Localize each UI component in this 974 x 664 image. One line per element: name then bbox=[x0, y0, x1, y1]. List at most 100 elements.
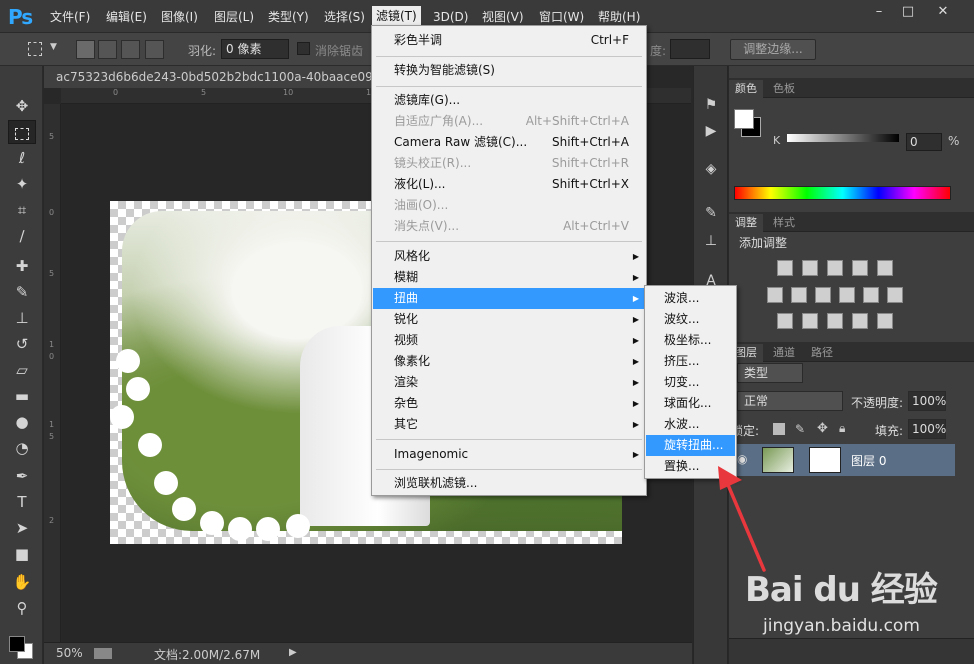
vibrance-icon[interactable] bbox=[877, 260, 893, 276]
submenu-item-twirl[interactable]: 旋转扭曲... bbox=[646, 435, 735, 456]
menu-item-other[interactable]: 其它 ▶ bbox=[373, 414, 645, 435]
menu-view[interactable]: 视图(V) bbox=[478, 8, 528, 26]
menu-item-video[interactable]: 视频 ▶ bbox=[373, 330, 645, 351]
antialias-checkbox[interactable] bbox=[297, 42, 310, 55]
zoom-level[interactable]: 50% bbox=[56, 646, 83, 660]
menu-file[interactable]: 文件(F) bbox=[46, 8, 94, 26]
menu-item-liquify[interactable]: 液化(L)... Shift+Ctrl+X bbox=[373, 174, 645, 195]
refine-edge-button[interactable]: 调整边缘... bbox=[730, 39, 816, 60]
height-input[interactable] bbox=[670, 39, 710, 59]
menu-item-camera-raw[interactable]: Camera Raw 滤镜(C)... Shift+Ctrl+A bbox=[373, 132, 645, 153]
layer-filter-kind-select[interactable]: 类型 bbox=[737, 363, 803, 383]
k-value-input[interactable]: 0 bbox=[906, 133, 942, 151]
tab-paths[interactable]: 路径 bbox=[805, 344, 839, 362]
submenu-item-spherize[interactable]: 球面化... bbox=[646, 393, 735, 414]
opacity-input[interactable]: 100% bbox=[908, 391, 946, 411]
crop-tool-icon[interactable]: ⌗ bbox=[8, 198, 36, 222]
invert-icon[interactable] bbox=[777, 313, 793, 329]
menu-image[interactable]: 图像(I) bbox=[157, 8, 202, 26]
tab-swatches[interactable]: 色板 bbox=[767, 80, 801, 98]
threshold-icon[interactable] bbox=[827, 313, 843, 329]
foreground-color-swatch[interactable] bbox=[9, 636, 25, 652]
subtract-selection-icon[interactable] bbox=[121, 40, 140, 59]
channel-mixer-icon[interactable] bbox=[863, 287, 879, 303]
color-fg-swatch[interactable] bbox=[734, 109, 754, 129]
submenu-item-polar-coordinates[interactable]: 极坐标... bbox=[646, 330, 735, 351]
submenu-item-ripple[interactable]: 波纹... bbox=[646, 309, 735, 330]
menu-item-render[interactable]: 渲染 ▶ bbox=[373, 372, 645, 393]
healing-brush-tool-icon[interactable]: ✚ bbox=[8, 254, 36, 278]
brush-tool-icon[interactable]: ✎ bbox=[8, 280, 36, 304]
menu-item-filter-gallery[interactable]: 滤镜库(G)... bbox=[373, 90, 645, 111]
eyedropper-tool-icon[interactable]: ∕ bbox=[8, 224, 36, 248]
hue-saturation-icon[interactable] bbox=[767, 287, 783, 303]
color-lookup-icon[interactable] bbox=[887, 287, 903, 303]
color-spectrum-bar[interactable] bbox=[734, 186, 951, 200]
eraser-tool-icon[interactable]: ▱ bbox=[8, 358, 36, 382]
tab-adjustments[interactable]: 调整 bbox=[729, 214, 763, 232]
photo-filter-icon[interactable] bbox=[839, 287, 855, 303]
actions-panel-icon[interactable]: ▶ bbox=[700, 120, 722, 142]
brush-panel-icon[interactable]: ✎ bbox=[700, 202, 722, 224]
menu-item-stylize[interactable]: 风格化 ▶ bbox=[373, 246, 645, 267]
blend-mode-select[interactable]: 正常 bbox=[737, 391, 843, 411]
k-slider-track[interactable] bbox=[787, 134, 899, 142]
tab-styles[interactable]: 样式 bbox=[767, 214, 801, 232]
menu-item-noise[interactable]: 杂色 ▶ bbox=[373, 393, 645, 414]
menu-item-browse-online-filters[interactable]: 浏览联机滤镜... bbox=[373, 473, 645, 494]
document-tab[interactable]: ac75323d6b6de243-0bd502b2bdc1100a-40baac… bbox=[44, 66, 374, 88]
exposure-icon[interactable] bbox=[852, 260, 868, 276]
menu-help[interactable]: 帮助(H) bbox=[594, 8, 644, 26]
clone-stamp-tool-icon[interactable]: ⊥ bbox=[8, 306, 36, 330]
magic-wand-tool-icon[interactable]: ✦ bbox=[8, 172, 36, 196]
tab-channels[interactable]: 通道 bbox=[767, 344, 801, 362]
menu-item-blur[interactable]: 模糊 ▶ bbox=[373, 267, 645, 288]
lock-position-icon[interactable]: ✥ bbox=[817, 421, 828, 436]
zoom-tool-icon[interactable]: ⚲ bbox=[8, 596, 36, 620]
menu-item-imagenomic[interactable]: Imagenomic ▶ bbox=[373, 444, 645, 465]
rectangle-tool-icon[interactable]: ■ bbox=[8, 542, 36, 566]
history-panel-icon[interactable]: ⚑ bbox=[700, 94, 722, 116]
lock-transparent-icon[interactable] bbox=[773, 423, 785, 435]
submenu-item-pinch[interactable]: 挤压... bbox=[646, 351, 735, 372]
pen-tool-icon[interactable]: ✒ bbox=[8, 464, 36, 488]
submenu-item-shear[interactable]: 切变... bbox=[646, 372, 735, 393]
maximize-button[interactable]: □ bbox=[897, 3, 919, 21]
close-button[interactable]: ✕ bbox=[932, 3, 954, 21]
visibility-eye-icon[interactable]: ◉ bbox=[737, 452, 747, 466]
history-brush-tool-icon[interactable]: ↺ bbox=[8, 332, 36, 356]
type-tool-icon[interactable]: T bbox=[8, 490, 36, 514]
status-menu-arrow-icon[interactable]: ▶ bbox=[289, 647, 297, 658]
minimize-button[interactable]: – bbox=[868, 3, 890, 21]
lasso-tool-icon[interactable]: ℓ bbox=[8, 146, 36, 170]
path-selection-tool-icon[interactable]: ➤ bbox=[8, 516, 36, 540]
add-selection-icon[interactable] bbox=[98, 40, 117, 59]
clone-source-panel-icon[interactable]: ⊥ bbox=[700, 230, 722, 252]
rect-marquee-tool-icon[interactable] bbox=[8, 120, 36, 144]
submenu-item-wave[interactable]: 波浪... bbox=[646, 288, 735, 309]
feather-input[interactable]: 0 像素 bbox=[221, 39, 289, 59]
menu-item-sharpen[interactable]: 锐化 ▶ bbox=[373, 309, 645, 330]
fill-input[interactable]: 100% bbox=[908, 419, 946, 439]
menu-item-distort[interactable]: 扭曲 ▶ bbox=[373, 288, 645, 309]
3d-panel-icon[interactable]: ◈ bbox=[700, 158, 722, 180]
black-white-icon[interactable] bbox=[815, 287, 831, 303]
dodge-tool-icon[interactable]: ◔ bbox=[8, 436, 36, 460]
curves-icon[interactable] bbox=[827, 260, 843, 276]
menu-select[interactable]: 选择(S) bbox=[320, 8, 369, 26]
submenu-item-zigzag[interactable]: 水波... bbox=[646, 414, 735, 435]
marquee-tool-preset-icon[interactable] bbox=[28, 42, 42, 56]
selective-color-icon[interactable] bbox=[877, 313, 893, 329]
menu-layer[interactable]: 图层(L) bbox=[210, 8, 258, 26]
menu-type[interactable]: 类型(Y) bbox=[264, 8, 313, 26]
menu-item-pixelate[interactable]: 像素化 ▶ bbox=[373, 351, 645, 372]
menu-filter[interactable]: 滤镜(T) bbox=[372, 6, 421, 27]
gradient-map-icon[interactable] bbox=[852, 313, 868, 329]
hand-tool-icon[interactable]: ✋ bbox=[8, 570, 36, 594]
posterize-icon[interactable] bbox=[802, 313, 818, 329]
move-tool-icon[interactable]: ✥ bbox=[8, 94, 36, 118]
menu-item-convert-smart-filter[interactable]: 转换为智能滤镜(S) bbox=[373, 60, 645, 81]
intersect-selection-icon[interactable] bbox=[145, 40, 164, 59]
color-balance-icon[interactable] bbox=[791, 287, 807, 303]
lock-all-icon[interactable]: 🔒︎ bbox=[839, 421, 845, 436]
